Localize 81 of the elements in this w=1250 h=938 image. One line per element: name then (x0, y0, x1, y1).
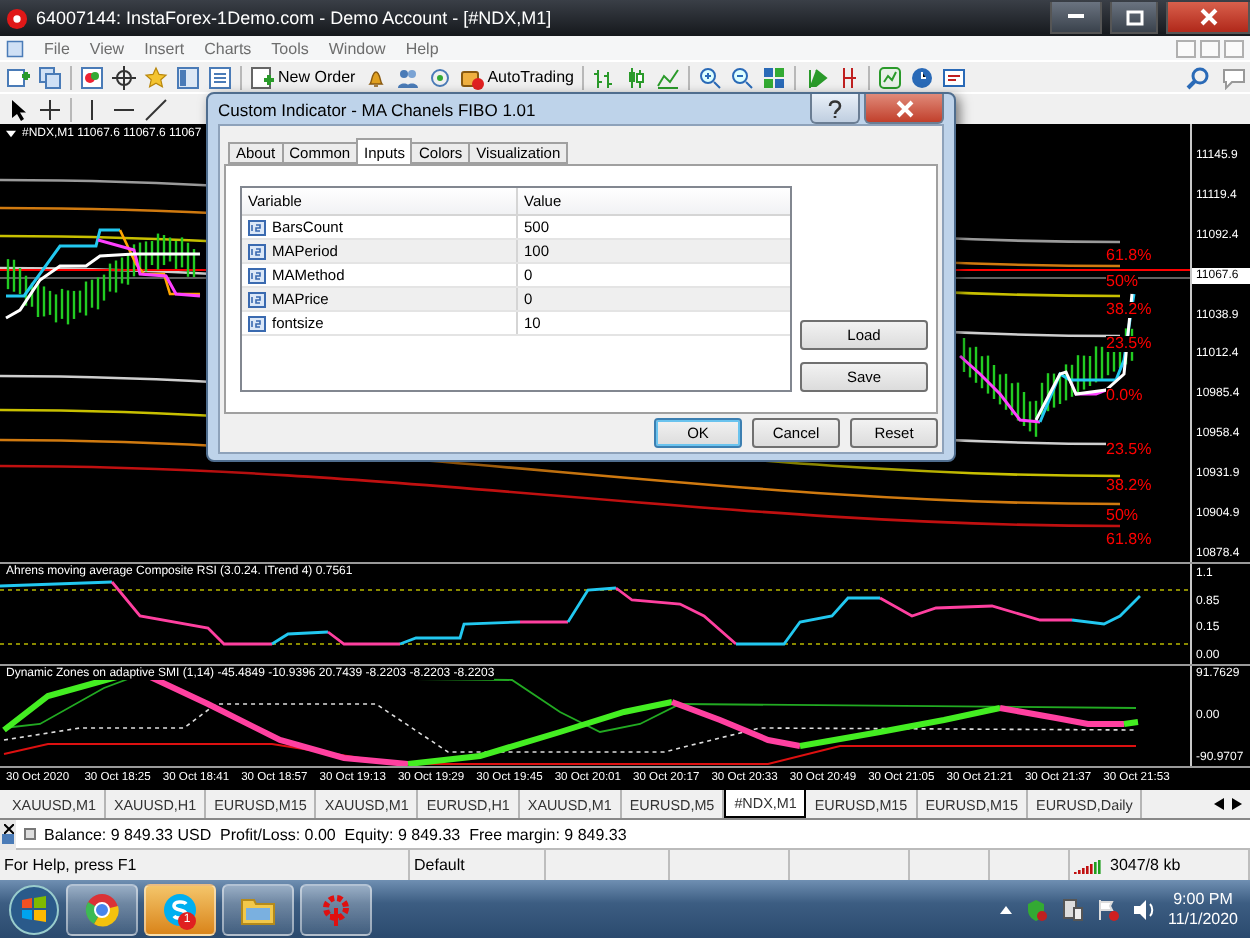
maximize-button[interactable] (1110, 2, 1158, 34)
integer-type-icon (248, 315, 266, 331)
bell-icon[interactable] (363, 65, 388, 89)
terminal-icon (2, 834, 14, 844)
cursor-icon[interactable] (6, 97, 30, 121)
close-button[interactable] (864, 94, 944, 124)
panel-icon[interactable] (176, 65, 200, 89)
tile-icon[interactable] (761, 65, 786, 89)
scroll-left-icon[interactable] (1214, 798, 1224, 810)
tray-expand-icon[interactable] (1000, 905, 1012, 913)
fibo-label: 61.8% (1106, 532, 1152, 548)
fibo-label: 38.2% (1106, 302, 1152, 318)
new-order-button[interactable]: New Order (250, 65, 356, 89)
device-icon[interactable] (1060, 897, 1084, 921)
minimize-button[interactable] (1050, 2, 1102, 34)
close-button[interactable] (1166, 2, 1250, 34)
traffic-text: 3047/8 kb (1110, 856, 1181, 874)
menu-item[interactable]: Help (405, 39, 439, 57)
flag-icon[interactable] (1096, 897, 1120, 921)
zoom-in-icon[interactable] (697, 65, 722, 89)
dialog-title: Custom Indicator - MA Chanels FIBO 1.01 (218, 99, 538, 119)
menu-item[interactable]: File (44, 39, 70, 57)
clock[interactable]: 9:00 PM 11/1/2020 (1168, 889, 1238, 929)
integer-type-icon (248, 243, 266, 259)
scroll-right-icon[interactable] (1232, 798, 1242, 810)
market-icon[interactable] (80, 65, 104, 89)
logo-icon (6, 7, 28, 29)
fibo-label: 23.5% (1106, 442, 1152, 458)
template-icon[interactable] (941, 65, 966, 89)
browser-icon[interactable] (84, 891, 120, 927)
app-menu-icon[interactable] (6, 39, 24, 57)
line-chart-icon[interactable] (655, 65, 680, 89)
star-icon[interactable] (144, 65, 168, 89)
taskbar-app[interactable] (222, 883, 294, 935)
integer-type-icon (248, 219, 266, 235)
taskbar-app[interactable] (300, 883, 372, 935)
integer-type-icon (248, 267, 266, 283)
maximize-icon (1125, 9, 1143, 25)
fibo-label: 50% (1106, 508, 1139, 524)
search-icon[interactable] (1186, 65, 1210, 89)
autotrading-icon (459, 65, 484, 89)
fibo-label: 0.0% (1106, 388, 1143, 404)
people-icon[interactable] (395, 65, 420, 89)
clock-icon[interactable] (909, 65, 934, 89)
connection-bars-icon (1074, 856, 1104, 874)
menu-item[interactable]: Charts (204, 39, 252, 57)
menu-item[interactable]: Window (328, 39, 386, 57)
indicator-icon[interactable] (877, 65, 902, 89)
menu-item[interactable]: Tools (271, 39, 309, 57)
windows-icon[interactable] (38, 65, 62, 89)
fibo-label: 38.2% (1106, 478, 1152, 494)
fibo-label: 61.8% (1106, 248, 1152, 264)
fibo-label: 23.5% (1106, 336, 1152, 352)
chat-icon[interactable] (1218, 65, 1250, 89)
list-icon[interactable] (208, 65, 232, 89)
window-title: 64007144: InstaForex-1Demo.com - Demo Account - [#NDX,M1] (36, 8, 554, 28)
close-icon (1199, 8, 1217, 26)
bar-chart-icon[interactable] (591, 65, 616, 89)
help-icon (828, 99, 842, 117)
close-icon[interactable] (3, 824, 13, 834)
signal-icon[interactable] (427, 65, 452, 89)
zoom-out-icon[interactable] (729, 65, 754, 89)
crosshair-icon[interactable] (38, 97, 62, 121)
integer-type-icon (248, 291, 266, 307)
menu-item[interactable]: View (89, 39, 125, 57)
start-button[interactable] (8, 883, 60, 935)
fibo-label: 50% (1106, 274, 1139, 290)
dropdown-icon[interactable] (6, 130, 16, 138)
help-button[interactable] (810, 94, 860, 124)
autotrading-button[interactable]: AutoTrading (459, 65, 574, 89)
taskbar-app[interactable] (66, 883, 138, 935)
account-summary: Balance: 9 849.33 USD Profit/Loss: 0.00 Equity: 9 849.33 Free margin: 9 849.33 (44, 825, 627, 843)
menu-item[interactable]: Insert (144, 39, 185, 57)
speaker-icon[interactable] (1132, 897, 1156, 921)
trend-line-icon[interactable] (144, 97, 168, 121)
minimize-icon (1068, 14, 1084, 20)
shield-icon[interactable] (1024, 897, 1048, 921)
candlestick-icon[interactable] (623, 65, 648, 89)
chart-add-icon[interactable] (6, 65, 30, 89)
crosshair-icon[interactable] (112, 65, 136, 89)
close-icon (895, 99, 913, 117)
